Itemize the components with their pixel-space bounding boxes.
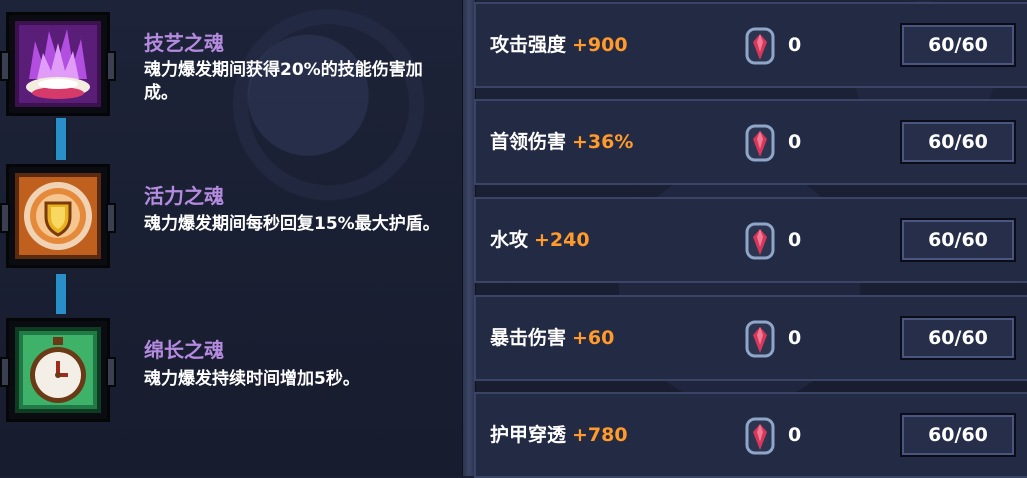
shield-medallion-icon [15,173,101,259]
stat-value: +60 [572,327,615,349]
gem-count: 0 [788,131,802,153]
stopwatch-icon [15,327,101,413]
soul-title: 绵长之魂 [144,338,224,362]
stat-label: 暴击伤害 +60 [490,327,615,349]
stat-label: 水攻 +240 [490,229,590,251]
stat-row[interactable]: 护甲穿透 +780 0 60/60 [474,392,1027,478]
frame-bracket [0,51,10,81]
stat-value: +36% [572,131,634,153]
gem-count: 0 [788,424,802,446]
connector-line [54,118,68,160]
gem-count: 0 [788,229,802,251]
gem-icon [745,320,775,358]
level-box: 60/60 [900,218,1016,262]
gem-count: 0 [788,34,802,56]
level-box: 60/60 [900,413,1016,457]
stat-label: 首领伤害 +36% [490,131,634,153]
stat-value: +240 [534,229,590,251]
soul-description: 魂力爆发持续时间增加5秒。 [144,369,360,389]
stat-label: 护甲穿透 +780 [490,424,628,446]
level-box: 60/60 [900,120,1016,164]
frame-bracket [106,51,116,81]
soul-icon-vitality[interactable] [0,164,116,268]
soul-icon-skill[interactable] [0,12,116,116]
soul-title: 技艺之魂 [144,31,224,55]
stat-value: +780 [572,424,628,446]
soul-description: 魂力爆发期间获得20%的技能伤害加成。 [144,60,423,103]
purple-flame-icon [15,21,101,107]
level-box: 60/60 [900,316,1016,360]
frame-bracket [106,203,116,233]
gem-icon [745,222,775,260]
soul-description: 魂力爆发期间每秒回复15%最大护盾。 [144,214,440,234]
frame-bracket [0,203,10,233]
connector-line [54,274,68,314]
soul-title: 活力之魂 [144,184,224,208]
gem-count: 0 [788,327,802,349]
stat-label: 攻击强度 +900 [490,34,628,56]
stat-row[interactable]: 攻击强度 +900 0 60/60 [474,2,1027,88]
stat-row[interactable]: 水攻 +240 0 60/60 [474,197,1027,283]
stat-row[interactable]: 暴击伤害 +60 0 60/60 [474,295,1027,381]
stat-row[interactable]: 首领伤害 +36% 0 60/60 [474,99,1027,185]
soul-panel: 技艺之魂 魂力爆发期间获得20%的技能伤害加成。 活力之魂 魂力爆发期间每秒回复… [0,0,462,476]
soul-icon-duration[interactable] [0,318,116,422]
gem-icon [745,417,775,455]
frame-bracket [0,357,10,387]
frame-bracket [106,357,116,387]
gem-icon [745,124,775,162]
level-box: 60/60 [900,23,1016,67]
stat-value: +900 [572,34,628,56]
gem-icon [745,27,775,65]
